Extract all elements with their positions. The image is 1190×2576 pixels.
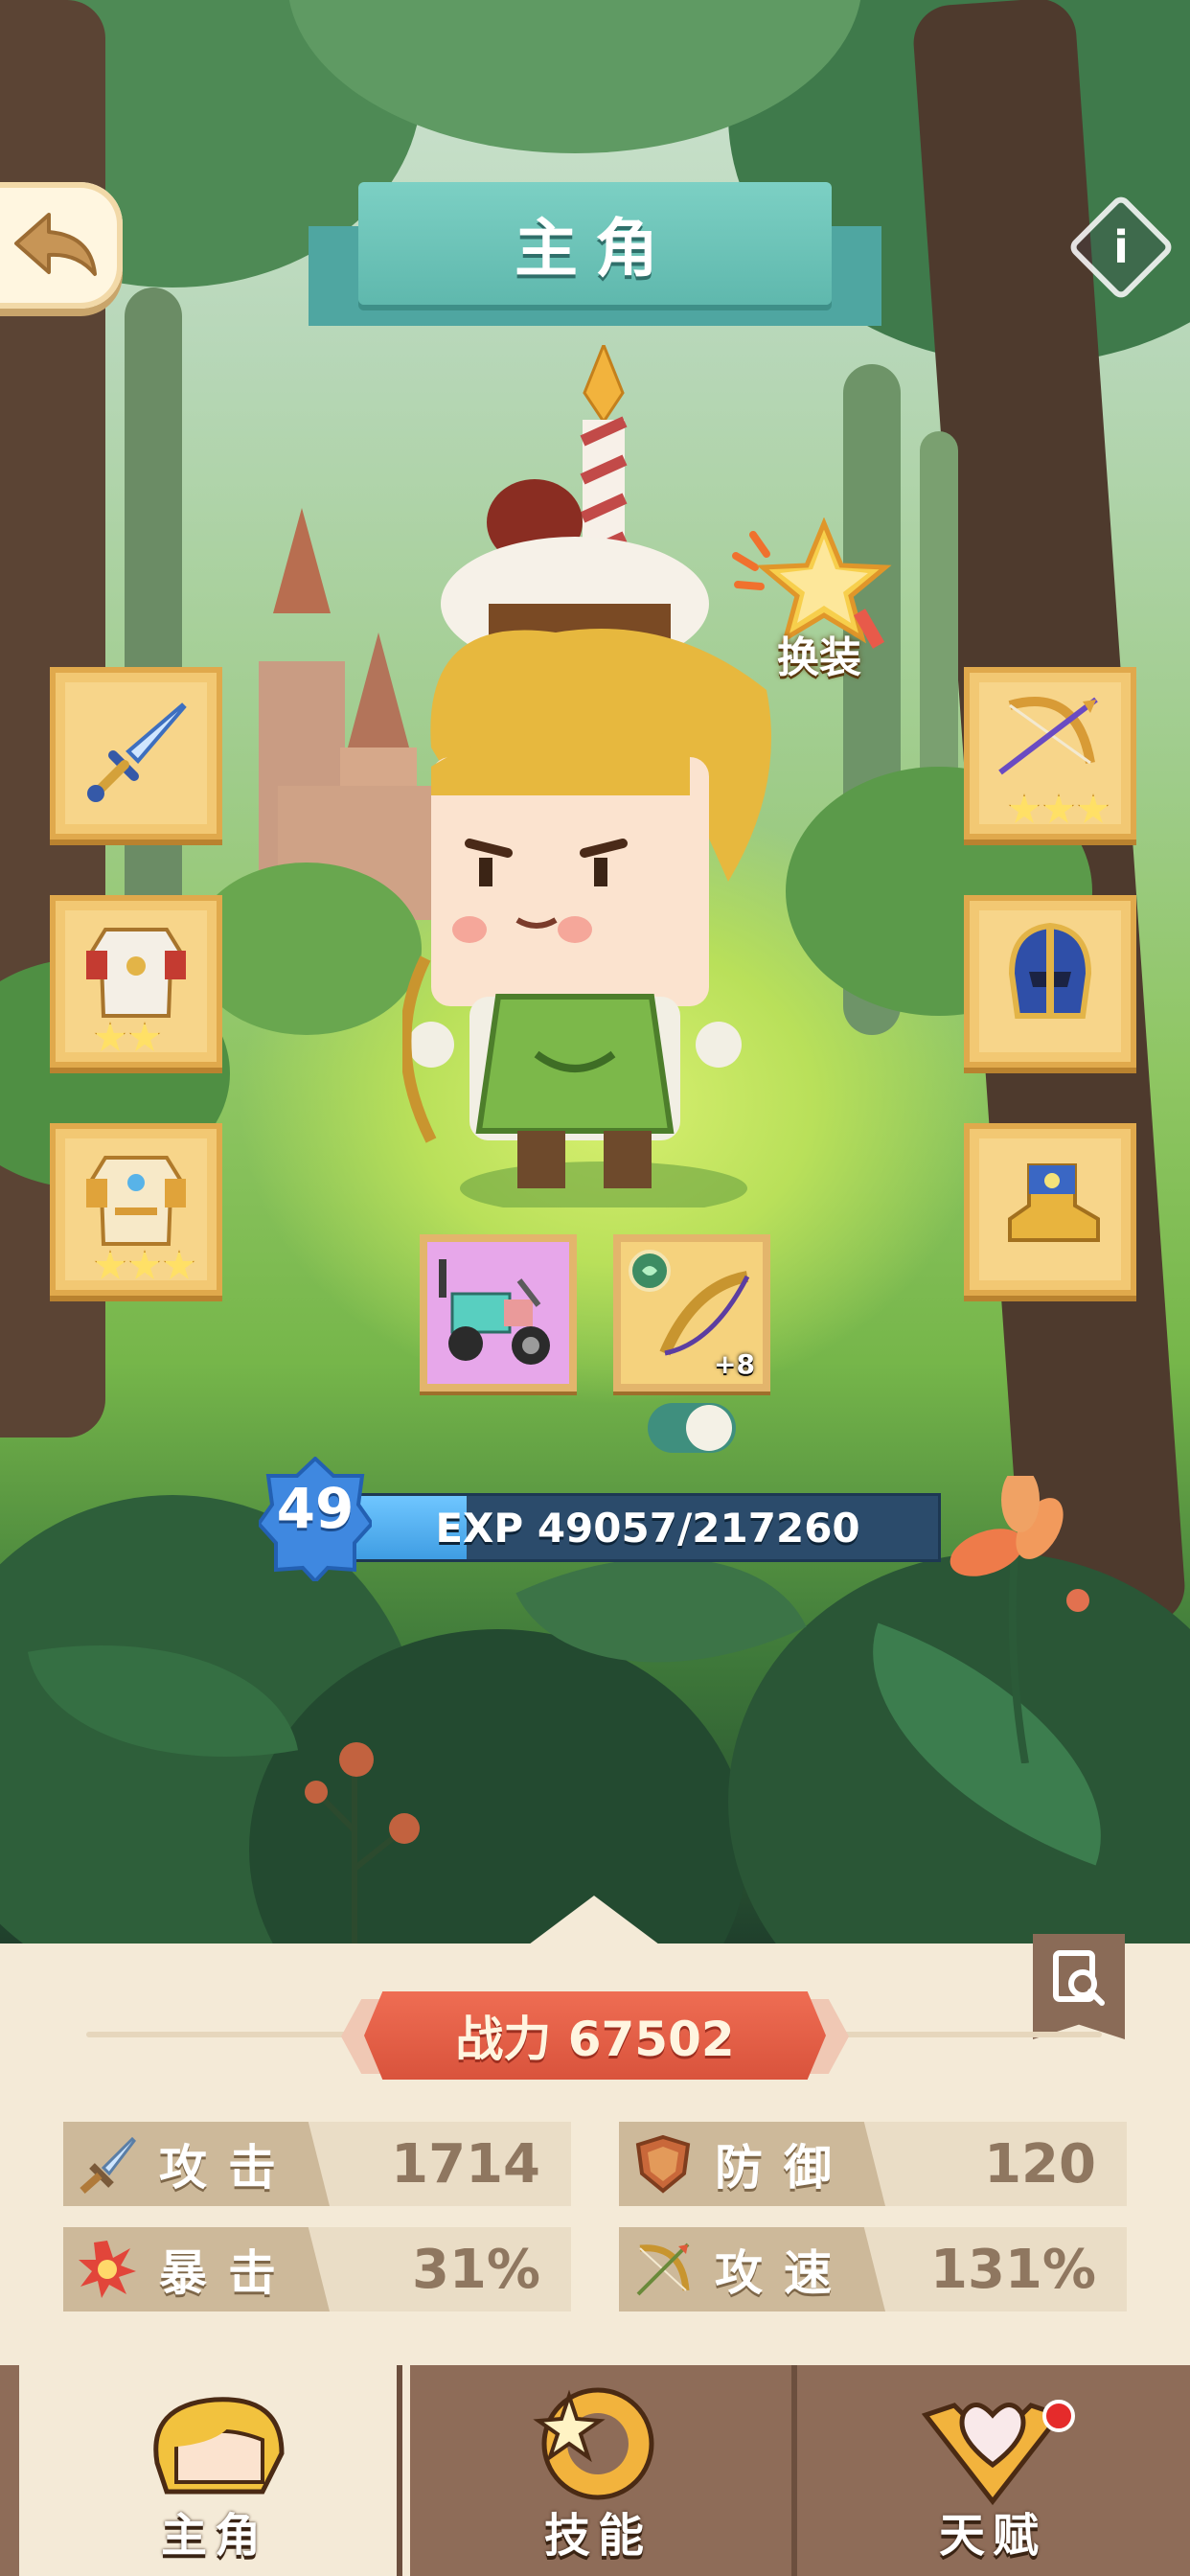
stat-label: 防御 <box>715 2140 853 2196</box>
level-value: 49 <box>276 1476 355 1541</box>
star-icon <box>128 1250 161 1279</box>
stat-value: 31% <box>411 2238 540 2301</box>
panel-notch <box>517 1896 671 1953</box>
nav-tab-talent[interactable]: 天赋 <box>797 2365 1188 2576</box>
page-title: 主角 <box>358 182 832 305</box>
bow-stat-icon <box>636 2242 690 2296</box>
skill-icon <box>533 2387 654 2500</box>
weapon-slot[interactable]: +8 <box>613 1234 770 1392</box>
stat-value: 1714 <box>391 2132 540 2196</box>
change-outfit-label: 换装 <box>777 633 861 682</box>
stat-label: 暴击 <box>159 2245 297 2301</box>
star-rating <box>94 1022 161 1054</box>
equip-slot-armor[interactable] <box>50 895 222 1068</box>
document-search-icon <box>1053 1950 1105 2006</box>
notification-dot <box>1042 2400 1075 2432</box>
explosion-stat-icon <box>79 2241 136 2298</box>
combat-power-banner: 战力 67502 <box>364 1991 826 2080</box>
back-arrow-icon <box>14 213 97 276</box>
toggle-knob <box>686 1405 732 1451</box>
star-icon <box>163 1250 195 1279</box>
back-button[interactable] <box>0 182 123 309</box>
equip-slot-helmet[interactable] <box>964 895 1136 1068</box>
hero-face-icon <box>153 2397 285 2495</box>
bottom-nav: 主角 技能 天赋 <box>0 2365 1190 2576</box>
exp-bar: EXP 49057/217260 <box>326 1493 941 1562</box>
shield-stat-icon <box>635 2134 691 2194</box>
display-toggle[interactable] <box>648 1403 736 1453</box>
equip-slot-boots[interactable] <box>964 1123 1136 1296</box>
armor-gold-icon <box>86 1156 186 1246</box>
stat-crit: 暴击 31% <box>63 2227 571 2312</box>
star-icon <box>1077 794 1110 823</box>
talent-heart-icon <box>921 2403 1064 2506</box>
mount-slot[interactable] <box>420 1234 577 1392</box>
nav-label: 天赋 <box>938 2509 1046 2563</box>
equip-slot-chest[interactable] <box>50 1123 222 1296</box>
attribute-detail-button[interactable] <box>1033 1934 1125 2039</box>
star-icon <box>94 1022 126 1051</box>
stat-label: 攻速 <box>715 2245 853 2301</box>
sword-stat-icon <box>80 2136 136 2194</box>
sword-icon <box>87 702 187 802</box>
hero-character <box>402 345 771 1208</box>
stat-attack-speed: 攻速 131% <box>619 2227 1127 2312</box>
combat-power-text: 战力 67502 <box>455 2012 735 2067</box>
boots-icon <box>1008 1163 1100 1242</box>
berry-plant-decoration <box>305 1742 420 1945</box>
equip-slot-weapon[interactable] <box>50 667 222 840</box>
info-icon: i <box>1113 221 1129 273</box>
stat-value: 131% <box>929 2238 1096 2301</box>
weapon-enhance-level: +8 <box>714 1348 755 1380</box>
stat-value: 120 <box>984 2132 1096 2196</box>
star-icon <box>128 1022 161 1051</box>
page-title-text: 主角 <box>515 212 675 286</box>
flower-decoration <box>950 1476 1089 1763</box>
equip-slot-bow[interactable] <box>964 667 1136 840</box>
helmet-icon <box>1008 922 1092 1019</box>
nav-label: 主角 <box>160 2509 268 2563</box>
stat-label: 攻击 <box>159 2140 297 2196</box>
armor-icon <box>86 928 186 1018</box>
nav-tab-skills[interactable]: 技能 <box>402 2365 793 2576</box>
nav-label: 技能 <box>543 2509 652 2563</box>
nav-tab-hero[interactable]: 主角 <box>19 2365 410 2576</box>
bow-icon <box>998 697 1098 775</box>
stat-defense: 防御 120 <box>619 2122 1127 2206</box>
stat-attack: 攻击 1714 <box>63 2122 571 2206</box>
star-rating <box>1008 794 1110 826</box>
star-rating <box>94 1250 195 1282</box>
motorcycle-icon <box>439 1259 550 1365</box>
star-icon <box>1008 794 1041 823</box>
exp-text: EXP 49057/217260 <box>435 1504 860 1552</box>
star-icon <box>1042 794 1075 823</box>
star-icon <box>94 1250 126 1279</box>
